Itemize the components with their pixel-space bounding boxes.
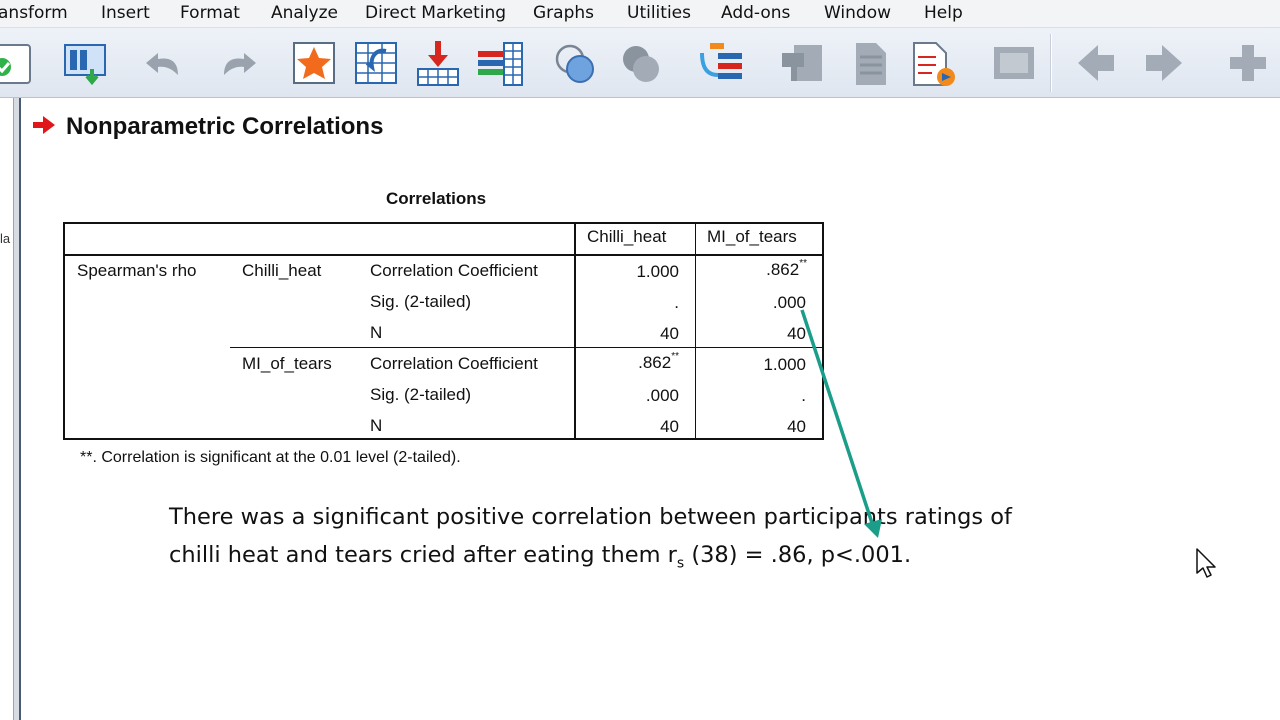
annotation-line-1: There was a significant positive correla… [169, 504, 1012, 530]
row-variable-label: MI_of_tears [242, 354, 332, 373]
table-divider [65, 254, 822, 256]
column-header: MI_of_tears [707, 227, 797, 246]
table-caption: Correlations [386, 189, 487, 208]
redo-icon[interactable] [212, 39, 260, 87]
variables-icon[interactable] [62, 39, 110, 87]
menu-utilities[interactable]: Utilities [627, 3, 691, 23]
designate-window-icon[interactable] [990, 39, 1038, 87]
procedure-title[interactable]: Nonparametric Correlations [66, 113, 383, 141]
selected-item-arrow-icon [33, 116, 55, 134]
expand-icon[interactable] [1224, 39, 1272, 87]
table-cell: .000 [645, 386, 679, 405]
outline-pane[interactable]: la [0, 98, 14, 720]
menu-bar: ansform Insert Format Analyze Direct Mar… [0, 0, 1280, 28]
annotation-text: (38) = .86, p<.001. [684, 542, 912, 568]
stat-label: Sig. (2-tailed) [370, 385, 472, 404]
menu-transform[interactable]: ansform [0, 3, 68, 23]
table-cell: 1.000 [636, 262, 679, 281]
correlations-table[interactable]: Chilli_heat MI_of_tears Spearman's rho C… [63, 222, 824, 440]
significance-mark: ** [671, 351, 679, 363]
table-cell: . [801, 386, 806, 405]
menu-window[interactable]: Window [824, 3, 891, 23]
stat-label: Correlation Coefficient [370, 354, 538, 373]
value-labels-icon[interactable] [552, 39, 600, 87]
open-data-icon[interactable] [0, 39, 36, 87]
menu-format[interactable]: Format [180, 3, 240, 23]
annotation-text: chilli heat and tears cried after eating… [169, 542, 677, 568]
export-icon[interactable] [910, 39, 958, 87]
stat-label: N [370, 416, 383, 435]
results-annotation: There was a significant positive correla… [169, 498, 1012, 583]
annotation-line-2: chilli heat and tears cried after eating… [169, 536, 1012, 583]
stat-label: N [370, 323, 383, 342]
table-cell: 40 [787, 324, 806, 343]
toolbar-separator [1050, 34, 1052, 92]
column-header: Chilli_heat [587, 227, 667, 246]
cell-value: .862 [638, 353, 672, 372]
menu-help[interactable]: Help [924, 3, 963, 23]
table-footnote: **. Correlation is significant at the 0.… [80, 449, 461, 466]
table-divider [574, 224, 576, 438]
mouse-cursor-icon [1196, 548, 1216, 578]
show-all-icon[interactable] [698, 39, 746, 87]
menu-direct-marketing[interactable]: Direct Marketing [365, 3, 506, 23]
table-cell: 40 [787, 417, 806, 436]
table-cell: . [674, 293, 679, 312]
table-cell: 40 [660, 417, 679, 436]
demote-icon[interactable] [846, 39, 894, 87]
select-cases-icon[interactable] [290, 39, 338, 87]
table-cell: .862** [705, 258, 807, 280]
forward-icon[interactable] [1140, 39, 1188, 87]
table-divider [695, 224, 696, 438]
table-cell: .862** [585, 351, 679, 373]
outline-text-fragment: la [0, 231, 11, 246]
stat-label: Sig. (2-tailed) [370, 292, 472, 311]
use-sets-icon[interactable] [618, 39, 666, 87]
goto-case-icon[interactable] [352, 39, 400, 87]
back-icon[interactable] [1072, 39, 1120, 87]
split-file-icon[interactable] [476, 39, 524, 87]
table-divider [230, 347, 822, 348]
menu-add-ons[interactable]: Add-ons [721, 3, 790, 23]
undo-icon[interactable] [142, 39, 190, 87]
table-cell: 1.000 [763, 355, 806, 374]
stat-label: Correlation Coefficient [370, 261, 538, 280]
table-cell: 40 [660, 324, 679, 343]
row-variable-label: Chilli_heat [242, 261, 322, 280]
promote-icon[interactable] [778, 39, 826, 87]
pane-splitter[interactable] [14, 98, 21, 720]
row-group-label: Spearman's rho [77, 261, 197, 280]
significance-mark: ** [799, 258, 807, 270]
table-cell: .000 [772, 293, 806, 312]
menu-graphs[interactable]: Graphs [533, 3, 594, 23]
insert-variable-icon[interactable] [414, 39, 462, 87]
cell-value: .862 [766, 260, 800, 279]
menu-insert[interactable]: Insert [101, 3, 150, 23]
menu-analyze[interactable]: Analyze [271, 3, 338, 23]
toolbar [0, 28, 1280, 98]
